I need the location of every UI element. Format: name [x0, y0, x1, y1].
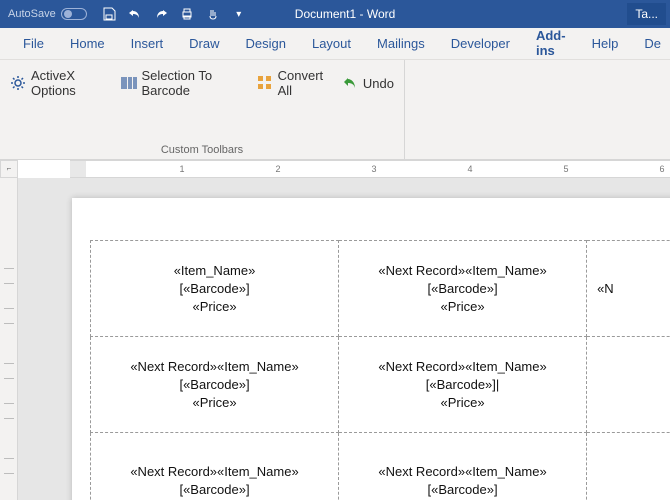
tab-file[interactable]: File: [10, 29, 57, 58]
document-title: Document1 - Word: [295, 7, 395, 21]
ruler-num: 5: [563, 164, 568, 174]
merge-field: «Next Record»«Item_Name»: [343, 464, 582, 479]
merge-field: [«Barcode»]: [343, 482, 582, 497]
merge-field: «Next Record»«Item_Name»: [95, 464, 334, 479]
convert-all-button[interactable]: Convert All: [257, 68, 328, 98]
tab-draw[interactable]: Draw: [176, 29, 232, 58]
ribbon-group-label: Custom Toolbars: [0, 144, 404, 156]
horizontal-ruler[interactable]: 1 2 3 4 5 6: [70, 160, 670, 178]
ribbon: ActiveX Options Selection To Barcode Con…: [0, 60, 670, 160]
barcode-icon: [121, 75, 137, 91]
merge-field: «Price»: [95, 395, 334, 410]
label-cell[interactable]: «Next Record»«Item_Name» [«Barcode»] «Pr…: [91, 337, 339, 433]
convert-all-label: Convert All: [278, 68, 328, 98]
tab-mailings[interactable]: Mailings: [364, 29, 438, 58]
qat-customize-icon[interactable]: ▾: [231, 6, 247, 22]
document-area: ✥ «Item_Name» [«Barcode»] «Price» «Next …: [0, 178, 670, 500]
page[interactable]: «Item_Name» [«Barcode»] «Price» «Next Re…: [72, 198, 670, 500]
merge-field: [«Barcode»]: [95, 281, 334, 296]
merge-field: «Price»: [343, 299, 582, 314]
print-icon[interactable]: [179, 6, 195, 22]
save-icon[interactable]: [101, 6, 117, 22]
undo-button[interactable]: Undo: [342, 75, 394, 91]
ruler-num: 1: [179, 164, 184, 174]
merge-field: [«Barcode»]: [95, 482, 334, 497]
ruler-num: 6: [659, 164, 664, 174]
merge-field: «Next Record»«Item_Name»: [343, 359, 582, 374]
ribbon-group-custom-toolbars: ActiveX Options Selection To Barcode Con…: [0, 60, 405, 159]
merge-field: «Next Record»«Item_Name»: [343, 263, 582, 278]
undo-arrow-icon: [342, 75, 358, 91]
undo-icon[interactable]: [127, 6, 143, 22]
table-row: «Next Record»«Item_Name» [«Barcode»] «Pr…: [91, 337, 670, 433]
label-cell[interactable]: «Next Record»«Item_Name» [«Barcode»] «Pr…: [339, 241, 587, 337]
autosave-label: AutoSave: [8, 8, 56, 20]
label-cell[interactable]: «Next Record»«Item_Name» [«Barcode»]: [339, 433, 587, 500]
merge-field: «N: [591, 281, 670, 296]
selection-to-barcode-label: Selection To Barcode: [142, 68, 243, 98]
undo-label: Undo: [363, 76, 394, 91]
tab-developer[interactable]: Developer: [438, 29, 523, 58]
label-cell[interactable]: «Item_Name» [«Barcode»] «Price»: [91, 241, 339, 337]
activex-options-label: ActiveX Options: [31, 68, 107, 98]
label-cell[interactable]: [587, 433, 670, 500]
label-cell[interactable]: «Next Record»«Item_Name» [«Barcode»]| «P…: [339, 337, 587, 433]
touch-icon[interactable]: [205, 6, 221, 22]
tab-help[interactable]: Help: [579, 29, 632, 58]
vertical-ruler[interactable]: [0, 178, 18, 500]
ruler-num: 4: [467, 164, 472, 174]
labels-table: «Item_Name» [«Barcode»] «Price» «Next Re…: [90, 240, 670, 500]
quick-access-toolbar: ▾: [101, 6, 247, 22]
merge-field: «Price»: [343, 395, 582, 410]
user-badge[interactable]: Ta...: [627, 3, 666, 25]
activex-options-button[interactable]: ActiveX Options: [10, 68, 107, 98]
merge-field: «Price»: [95, 299, 334, 314]
tab-design[interactable]: Design: [233, 29, 299, 58]
ruler-num: 2: [275, 164, 280, 174]
merge-field: [«Barcode»]: [95, 377, 334, 392]
tab-overflow[interactable]: De: [631, 29, 661, 58]
gear-icon: [10, 75, 26, 91]
ribbon-tabs: File Home Insert Draw Design Layout Mail…: [0, 28, 670, 60]
tab-home[interactable]: Home: [57, 29, 118, 58]
selection-to-barcode-button[interactable]: Selection To Barcode: [121, 68, 243, 98]
toggle-off-icon: [61, 8, 87, 20]
redo-icon[interactable]: [153, 6, 169, 22]
label-cell[interactable]: [587, 337, 670, 433]
table-row: «Next Record»«Item_Name» [«Barcode»] «Ne…: [91, 433, 670, 500]
merge-field: «Item_Name»: [95, 263, 334, 278]
ruler-num: 3: [371, 164, 376, 174]
label-cell[interactable]: «N: [587, 241, 670, 337]
ruler-corner: ⌐: [0, 160, 18, 178]
grid-icon: [257, 75, 273, 91]
tab-layout[interactable]: Layout: [299, 29, 364, 58]
merge-field: [«Barcode»]: [343, 281, 582, 296]
merge-field: «Next Record»«Item_Name»: [95, 359, 334, 374]
tab-insert[interactable]: Insert: [118, 29, 177, 58]
table-row: «Item_Name» [«Barcode»] «Price» «Next Re…: [91, 241, 670, 337]
label-cell[interactable]: «Next Record»«Item_Name» [«Barcode»]: [91, 433, 339, 500]
autosave-toggle[interactable]: AutoSave: [8, 8, 87, 20]
merge-field: [«Barcode»]|: [343, 377, 582, 392]
